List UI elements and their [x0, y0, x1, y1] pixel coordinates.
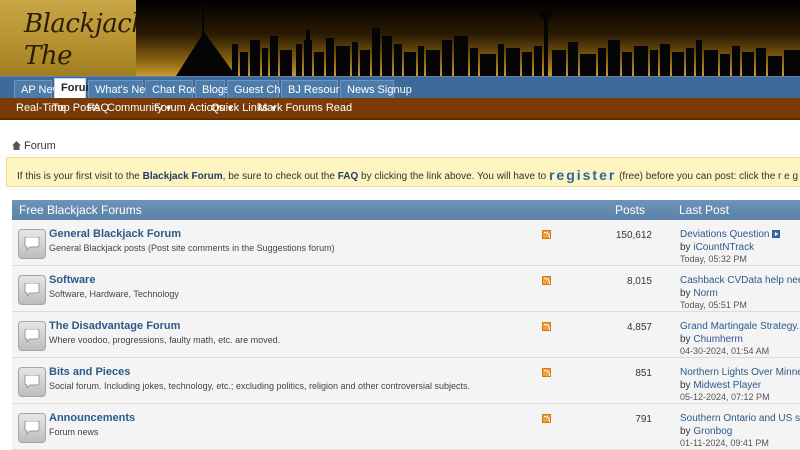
- by-label: by: [680, 334, 691, 345]
- forum-status-icon: [18, 321, 46, 351]
- sub-nav: Real-Time Top Posts FAQ Community ▼ Forum…: [0, 98, 800, 120]
- author-link[interactable]: Midwest Player: [693, 380, 761, 391]
- forum-description: Software, Hardware, Technology: [49, 289, 179, 299]
- post-count: 8,015: [626, 276, 652, 287]
- by-label: by: [680, 288, 691, 299]
- last-post-time: 04-30-2024, 01:54 AM: [680, 346, 770, 356]
- forum-status-icon: [18, 229, 46, 259]
- rss-icon[interactable]: [542, 368, 551, 377]
- forum-title[interactable]: General Blackjack Forum: [49, 228, 181, 240]
- register-link[interactable]: register: [549, 167, 616, 183]
- by-label: by: [680, 242, 691, 253]
- forum-row: Software Software, Hardware, Technology …: [12, 266, 800, 312]
- forum-status-icon: [18, 367, 46, 397]
- last-post-author: by Midwest Player: [680, 380, 761, 391]
- forum-row: The Disadvantage Forum Where voodoo, pro…: [12, 312, 800, 358]
- breadcrumb: Forum: [12, 140, 56, 152]
- forum-category-title[interactable]: Free Blackjack Forums: [19, 200, 142, 220]
- post-count: 150,612: [615, 230, 652, 241]
- last-post-author: by Gronbog: [680, 426, 732, 437]
- tab-chat-room[interactable]: Chat Room: [145, 80, 208, 99]
- last-post-author: by Chumherm: [680, 334, 743, 345]
- forum-status-icon: [18, 275, 46, 305]
- last-post-title-text: Cashback CVData help needed: [680, 275, 800, 286]
- main-nav: AP News Forum What's New? Chat Room Blog…: [0, 76, 800, 99]
- last-post-title[interactable]: Deviations Question: [680, 229, 780, 240]
- last-post-title-text: Deviations Question: [680, 229, 770, 240]
- notice-text-2: , be sure to check out the: [222, 171, 338, 182]
- forum-title[interactable]: Bits and Pieces: [49, 366, 130, 378]
- notice-text-4: (free) before you can post: click the r …: [619, 171, 800, 182]
- column-last-post: Last Post: [679, 203, 730, 217]
- post-count: 4,857: [626, 322, 652, 333]
- tab-forum[interactable]: Forum: [54, 78, 95, 99]
- tab-blogs[interactable]: Blogs: [195, 80, 230, 99]
- forum-description: General Blackjack posts (Post site comme…: [49, 243, 335, 253]
- forum-row: Bits and Pieces Social forum. Including …: [12, 358, 800, 404]
- skyline-banner: [136, 0, 800, 76]
- last-post-title-text: Southern Ontario and US side...: [680, 413, 800, 424]
- notice-text-3: by clicking the link above. You will hav…: [358, 171, 549, 182]
- forum-row: General Blackjack Forum General Blackjac…: [12, 220, 800, 266]
- notice-site-name: Blackjack Forum: [142, 171, 223, 182]
- forum-title[interactable]: The Disadvantage Forum: [49, 320, 180, 332]
- tab-guest-chats[interactable]: Guest Chats: [227, 80, 295, 99]
- last-post-title-text: Grand Martingale Strategy...: [680, 321, 800, 332]
- rss-icon[interactable]: [542, 414, 551, 423]
- last-post-author: by Norm: [680, 288, 718, 299]
- last-post-time: Today, 05:32 PM: [680, 254, 747, 264]
- last-post-title[interactable]: Northern Lights Over Minnesota: [680, 367, 800, 378]
- last-post-time: 05-12-2024, 07:12 PM: [680, 392, 770, 402]
- go-to-post-icon[interactable]: [771, 230, 780, 238]
- forum-description: Social forum. Including jokes, technolog…: [49, 381, 471, 391]
- forum-table-header: Free Blackjack Forums Posts Last Post: [12, 200, 800, 220]
- tab-news-signup[interactable]: News Signup: [340, 80, 412, 99]
- subnav-mark-forums-read[interactable]: Mark Forums Read: [258, 102, 352, 114]
- rss-icon[interactable]: [542, 276, 551, 285]
- welcome-notice: If this is your first visit to the Black…: [6, 157, 800, 187]
- column-posts: Posts: [615, 203, 646, 217]
- tab-whats-new[interactable]: What's New?: [88, 80, 159, 99]
- rss-icon[interactable]: [542, 322, 551, 331]
- forum-title[interactable]: Software: [49, 274, 95, 286]
- breadcrumb-forum[interactable]: Forum: [24, 140, 56, 152]
- logo-line-1: Blackjack:: [24, 9, 155, 39]
- forum-description: Forum news: [49, 427, 99, 437]
- forum-description: Where voodoo, progressions, faulty math,…: [49, 335, 281, 345]
- last-post-title[interactable]: Grand Martingale Strategy...: [680, 321, 800, 332]
- by-label: by: [680, 380, 691, 391]
- site-header: Blackjack: The Forum: [0, 0, 800, 76]
- post-count: 851: [635, 368, 652, 379]
- author-link[interactable]: Norm: [693, 288, 717, 299]
- author-link[interactable]: Chumherm: [693, 334, 742, 345]
- last-post-title[interactable]: Southern Ontario and US side...: [680, 413, 800, 424]
- last-post-title-text: Northern Lights Over Minnesota: [680, 367, 800, 378]
- post-count: 791: [635, 414, 652, 425]
- author-link[interactable]: Gronbog: [693, 426, 732, 437]
- last-post-time: 01-11-2024, 09:41 PM: [680, 438, 769, 448]
- subnav-faq[interactable]: FAQ: [87, 102, 109, 114]
- last-post-title[interactable]: Cashback CVData help needed: [680, 275, 800, 286]
- author-link[interactable]: iCountNTrack: [693, 242, 754, 253]
- subnav-mark-forums-read-label: Mark Forums Read: [258, 102, 353, 114]
- home-icon[interactable]: [12, 141, 21, 150]
- rss-icon[interactable]: [542, 230, 551, 239]
- logo-line-2: The Forum: [24, 41, 108, 76]
- last-post-author: by iCountNTrack: [680, 242, 754, 253]
- forum-row: Announcements Forum news 791 Southern On…: [12, 404, 800, 450]
- notice-faq-link[interactable]: FAQ: [338, 171, 359, 182]
- notice-text-1: If this is your first visit to the: [17, 171, 143, 182]
- tab-ap-news[interactable]: AP News: [14, 80, 66, 99]
- site-logo[interactable]: Blackjack: The Forum: [0, 0, 155, 76]
- forum-title[interactable]: Announcements: [49, 412, 135, 424]
- by-label: by: [680, 426, 691, 437]
- last-post-time: Today, 05:51 PM: [680, 300, 747, 310]
- forum-status-icon: [18, 413, 46, 443]
- subnav-faq-label: FAQ: [87, 102, 110, 114]
- tab-bj-resources[interactable]: BJ Resources: [281, 80, 356, 99]
